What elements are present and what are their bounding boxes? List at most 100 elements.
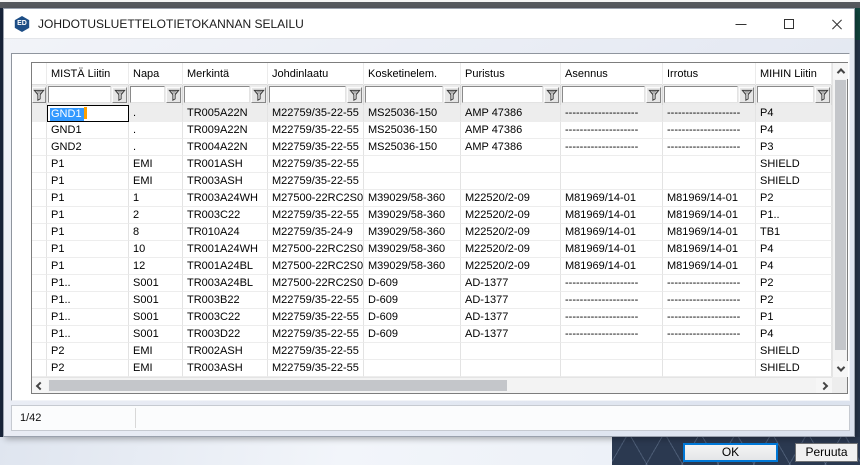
filter-input[interactable]	[184, 86, 250, 103]
scroll-left-button[interactable]	[32, 378, 48, 393]
cell[interactable]: SHIELD	[756, 343, 832, 360]
row-selector[interactable]	[32, 343, 47, 360]
row-selector[interactable]	[32, 326, 47, 343]
cell[interactable]: SHIELD	[756, 360, 832, 377]
row-selector[interactable]	[32, 292, 47, 309]
horizontal-scrollbar[interactable]	[32, 377, 832, 393]
cell[interactable]: AMP 47386	[461, 122, 561, 139]
filter-button[interactable]	[646, 87, 661, 103]
cell[interactable]: TR003B22	[183, 292, 268, 309]
filter-input[interactable]	[664, 86, 738, 103]
row-selector[interactable]	[32, 122, 47, 139]
cell[interactable]: 12	[129, 258, 183, 275]
row-selector[interactable]	[32, 241, 47, 258]
cell[interactable]: 2	[129, 207, 183, 224]
cell[interactable]: .	[129, 122, 183, 139]
cell[interactable]: TR005A22N	[183, 105, 268, 122]
cell[interactable]: M27500-22RC2S06	[268, 190, 364, 207]
cell[interactable]: M22520/2-09	[461, 258, 561, 275]
cell[interactable]	[461, 343, 561, 360]
row-selector[interactable]	[32, 309, 47, 326]
cell[interactable]: 1	[129, 190, 183, 207]
cell[interactable]: S001	[129, 292, 183, 309]
cell[interactable]: P1	[47, 156, 129, 173]
cell[interactable]: M22520/2-09	[461, 224, 561, 241]
cell[interactable]: M81969/14-01	[561, 258, 663, 275]
cell[interactable]: M39029/58-360	[364, 258, 461, 275]
cell[interactable]: P4	[756, 105, 832, 122]
cell[interactable]: M81969/14-01	[663, 224, 756, 241]
vertical-scrollbar[interactable]	[832, 63, 847, 377]
cell[interactable]: P2	[756, 292, 832, 309]
cell[interactable]: --------------------	[663, 275, 756, 292]
cell[interactable]: EMI	[129, 156, 183, 173]
cell[interactable]: P1..	[47, 275, 129, 292]
cell[interactable]	[364, 360, 461, 377]
cell[interactable]: --------------------	[561, 292, 663, 309]
cell[interactable]: MS25036-150	[364, 139, 461, 156]
cell[interactable]: AMP 47386	[461, 139, 561, 156]
cell[interactable]: M22759/35-22-55	[268, 326, 364, 343]
row-selector[interactable]	[32, 173, 47, 190]
cell[interactable]: P1	[47, 258, 129, 275]
cell[interactable]: M22759/35-24-9	[268, 224, 364, 241]
cell[interactable]: P4	[756, 122, 832, 139]
cell[interactable]: M81969/14-01	[663, 207, 756, 224]
cell[interactable]: M22759/35-22-55	[268, 122, 364, 139]
cell[interactable]: P2	[756, 190, 832, 207]
cell[interactable]: M39029/58-360	[364, 224, 461, 241]
cell[interactable]: M22759/35-22-55	[268, 173, 364, 190]
row-selector[interactable]	[32, 139, 47, 156]
row-selector[interactable]	[32, 190, 47, 207]
cell[interactable]: M81969/14-01	[561, 207, 663, 224]
filter-button[interactable]	[166, 87, 181, 103]
cell[interactable]: TR003ASH	[183, 173, 268, 190]
cell[interactable]: --------------------	[561, 309, 663, 326]
cell[interactable]: M81969/14-01	[663, 258, 756, 275]
cell[interactable]: M22759/35-22-55	[268, 139, 364, 156]
cell[interactable]: TB1	[756, 224, 832, 241]
cell[interactable]: M39029/58-360	[364, 207, 461, 224]
cell[interactable]: 10	[129, 241, 183, 258]
cell[interactable]: M81969/14-01	[663, 190, 756, 207]
vertical-scroll-thumb[interactable]	[835, 80, 846, 350]
cell[interactable]: --------------------	[663, 326, 756, 343]
cell[interactable]: --------------------	[561, 275, 663, 292]
row-selector[interactable]	[32, 105, 47, 122]
cell[interactable]: TR003C22	[183, 207, 268, 224]
cell[interactable]: M22520/2-09	[461, 207, 561, 224]
cell[interactable]: D-609	[364, 292, 461, 309]
filter-input[interactable]	[462, 86, 543, 103]
cell[interactable]: 8	[129, 224, 183, 241]
cell[interactable]: TR002ASH	[183, 343, 268, 360]
cell[interactable]: M22759/35-22-55	[268, 156, 364, 173]
cell[interactable]: M22759/35-22-55	[268, 207, 364, 224]
cell[interactable]	[461, 156, 561, 173]
cell[interactable]: TR009A22N	[183, 122, 268, 139]
column-header[interactable]: MISTÄ Liitin	[47, 63, 129, 85]
scroll-down-button[interactable]	[833, 361, 848, 377]
cell[interactable]: S001	[129, 326, 183, 343]
cell[interactable]: TR001ASH	[183, 156, 268, 173]
cell[interactable]: P1..	[756, 207, 832, 224]
filter-input[interactable]	[365, 86, 443, 103]
cell[interactable]: SHIELD	[756, 156, 832, 173]
cell[interactable]: TR003ASH	[183, 360, 268, 377]
filter-button[interactable]	[444, 87, 459, 103]
cell[interactable]: M22759/35-22-55	[268, 105, 364, 122]
cell[interactable]	[364, 156, 461, 173]
cell[interactable]: P4	[756, 241, 832, 258]
cell[interactable]: .	[129, 105, 183, 122]
column-header[interactable]: Irrotus	[663, 63, 756, 85]
column-header[interactable]: Asennus	[561, 63, 663, 85]
column-header[interactable]: Merkintä	[183, 63, 268, 85]
cell[interactable]: --------------------	[663, 105, 756, 122]
cell[interactable]: P1..	[47, 326, 129, 343]
cell[interactable]	[663, 173, 756, 190]
cell[interactable]: EMI	[129, 173, 183, 190]
cell[interactable]: M81969/14-01	[561, 241, 663, 258]
cell[interactable]: P1	[47, 241, 129, 258]
cell[interactable]: AD-1377	[461, 275, 561, 292]
cell[interactable]: --------------------	[663, 139, 756, 156]
cell[interactable]: GND1	[47, 122, 129, 139]
